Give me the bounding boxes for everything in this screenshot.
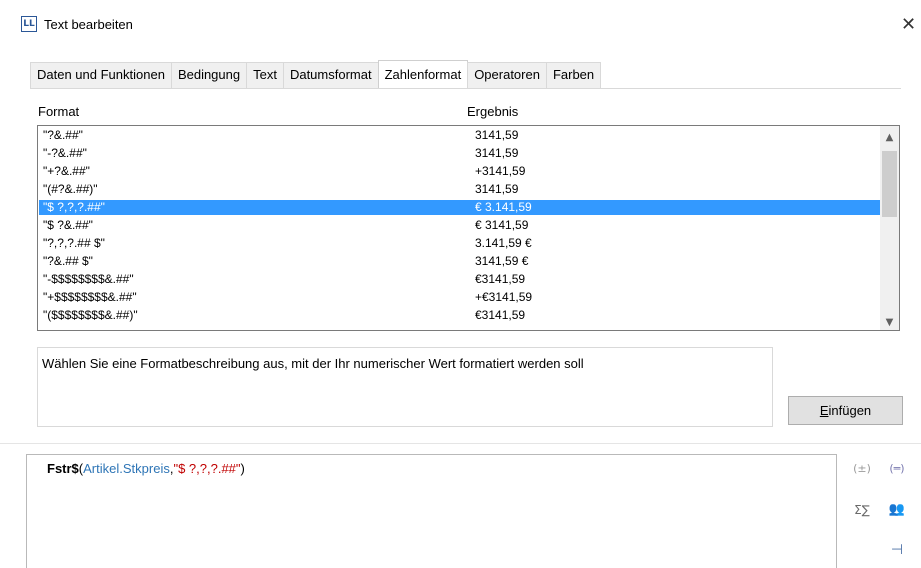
formula-editor[interactable]: Fstr$(Artikel.Stkpreis,"$ ?,?,?.##") — [26, 454, 837, 568]
section-divider — [0, 443, 921, 444]
result-cell: +€3141,59 — [475, 290, 533, 304]
tab-text[interactable]: Text — [246, 62, 284, 88]
result-cell: € 3.141,59 — [475, 200, 532, 214]
formula-function: Fstr$ — [47, 461, 79, 476]
tab-zahlenformat[interactable]: Zahlenformat — [377, 60, 469, 88]
list-item[interactable]: "+?&.##" +3141,59 — [39, 164, 880, 179]
format-cell: "?&.## $" — [43, 254, 93, 268]
sum-variables-icon[interactable]: Σ∑ — [852, 500, 872, 520]
bracket-toggle-icon[interactable]: (±) — [852, 459, 872, 479]
format-cell: "($$$$$$$$&.##)" — [43, 308, 138, 322]
result-cell: €3141,59 — [475, 272, 526, 286]
result-cell: +3141,59 — [475, 164, 526, 178]
tab-operatoren[interactable]: Operatoren — [467, 62, 547, 88]
format-cell: "-$$$$$$$$&.##" — [43, 272, 134, 286]
window-title: Text bearbeiten — [44, 17, 133, 32]
list-item-selected[interactable]: "$ ?,?,?.##" € 3.141,59 — [39, 200, 880, 215]
list-item[interactable]: "-$$$$$$$$&.##" €3141,59 — [39, 272, 880, 287]
format-cell: "-?&.##" — [43, 146, 87, 160]
list-item[interactable]: "(#?&.##)" 3141,59 — [39, 182, 880, 197]
tab-divider — [30, 88, 901, 89]
format-cell: "+$$$$$$$$&.##" — [43, 290, 137, 304]
result-cell: 3141,59 — [475, 128, 519, 142]
list-item[interactable]: "($$$$$$$$&.##)" €3141,59 — [39, 308, 880, 323]
format-description: Wählen Sie eine Formatbeschreibung aus, … — [37, 347, 773, 427]
vertical-scrollbar[interactable]: ▲ ▼ — [880, 126, 899, 330]
tab-datumsformat[interactable]: Datumsformat — [282, 62, 379, 88]
list-item[interactable]: "?&.##" 3141,59 — [39, 128, 880, 143]
title-bar: LL Text bearbeiten ✕ — [0, 0, 921, 52]
column-header-result[interactable]: Ergebnis — [467, 104, 518, 119]
scroll-down-arrow-icon[interactable]: ▼ — [880, 314, 899, 330]
scroll-thumb[interactable] — [882, 151, 897, 217]
column-header-format[interactable]: Format — [38, 104, 79, 119]
close-button[interactable]: ✕ — [896, 10, 921, 40]
app-icon: LL — [21, 16, 37, 32]
format-cell: "$ ?&.##" — [43, 218, 93, 232]
list-item[interactable]: "?,?,?.## $" 3.141,59 € — [39, 236, 880, 251]
insert-button-label: infügen — [828, 403, 872, 418]
result-cell: € 3141,59 — [475, 218, 529, 232]
formula-string-arg: "$ ?,?,?.##" — [173, 461, 241, 476]
formula-field: Artikel.Stkpreis — [83, 461, 170, 476]
list-item[interactable]: "-?&.##" 3141,59 — [39, 146, 880, 161]
result-cell: 3.141,59 € — [475, 236, 532, 250]
result-cell: 3141,59 — [475, 146, 519, 160]
list-item[interactable]: "+$$$$$$$$&.##" +€3141,59 — [39, 290, 880, 305]
tab-daten-und-funktionen[interactable]: Daten und Funktionen — [30, 62, 172, 88]
format-editor-icon[interactable]: ⊣ — [887, 540, 907, 560]
formula-close-paren: ) — [240, 461, 245, 476]
format-cell: "?,?,?.## $" — [43, 236, 105, 250]
list-item[interactable]: "$ ?&.##" € 3141,59 — [39, 218, 880, 233]
format-cell: "(#?&.##)" — [43, 182, 98, 196]
user-variables-icon[interactable]: 👥 — [887, 500, 907, 520]
result-cell: €3141,59 — [475, 308, 526, 322]
formula-text: Fstr$(Artikel.Stkpreis,"$ ?,?,?.##") — [47, 461, 245, 476]
result-cell: 3141,59 — [475, 182, 519, 196]
insert-button[interactable]: Einfügen — [788, 396, 903, 425]
tab-bedingung[interactable]: Bedingung — [170, 62, 248, 88]
wrap-box-icon[interactable]: (═) — [887, 459, 907, 479]
format-cell: "?&.##" — [43, 128, 83, 142]
tab-farben[interactable]: Farben — [545, 62, 602, 88]
format-list[interactable]: "?&.##" 3141,59 "-?&.##" 3141,59 "+?&.##… — [37, 125, 900, 331]
tab-bar: Daten und Funktionen Bedingung Text Datu… — [30, 60, 602, 88]
list-item[interactable]: "?&.## $" 3141,59 € — [39, 254, 880, 269]
format-cell: "$ ?,?,?.##" — [43, 200, 105, 214]
scroll-up-arrow-icon[interactable]: ▲ — [880, 129, 899, 146]
format-cell: "+?&.##" — [43, 164, 90, 178]
result-cell: 3141,59 € — [475, 254, 529, 268]
insert-button-accel: E — [819, 403, 829, 418]
